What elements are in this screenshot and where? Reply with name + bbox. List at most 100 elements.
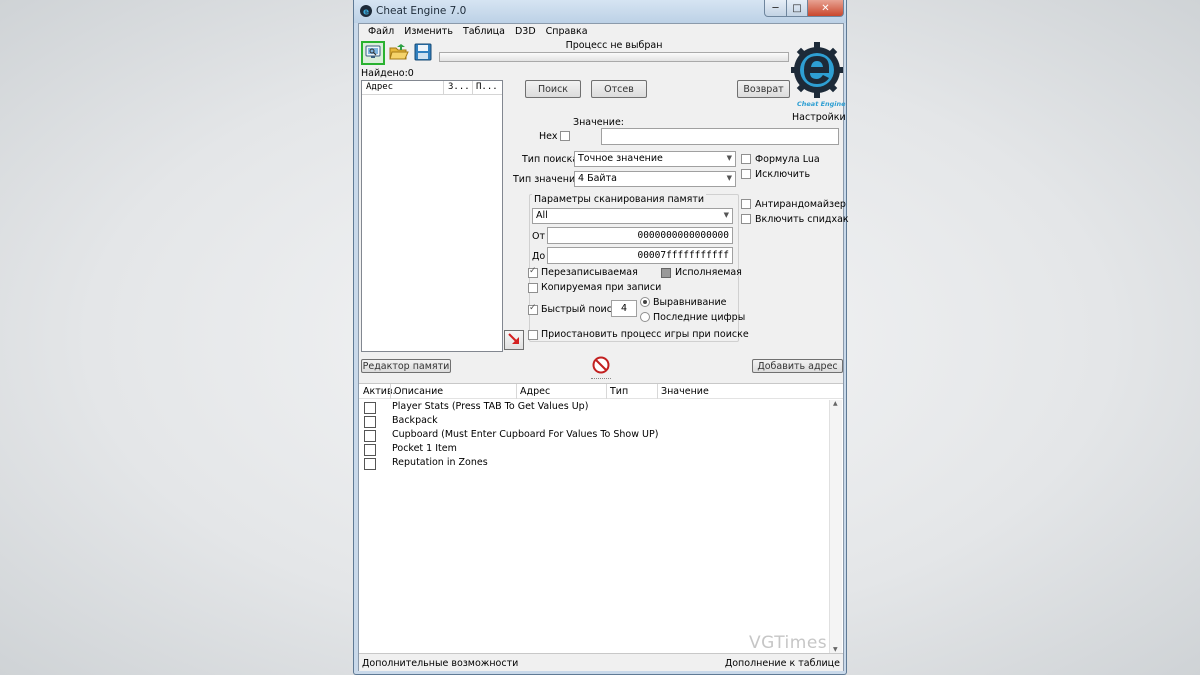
pause-process-label: Приостановить процесс игры при поиске	[541, 329, 749, 340]
value-type-label: Тип значения	[513, 174, 581, 185]
speedhack-checkbox[interactable]	[741, 214, 751, 224]
value-input[interactable]	[601, 128, 839, 145]
menu-d3d[interactable]: D3D	[510, 24, 541, 40]
arrow-down-right-icon	[507, 332, 521, 349]
column-separator	[472, 81, 473, 95]
cheat-table[interactable]: Актив. Описание Адрес Тип Значение Playe…	[359, 383, 843, 654]
copy-on-write-label: Копируемая при записи	[541, 282, 662, 293]
speedhack-label: Включить спидхак	[755, 214, 849, 225]
stop-button[interactable]	[591, 356, 611, 376]
process-label: Процесс не выбран	[565, 40, 663, 51]
minimize-button[interactable]: ─	[764, 0, 787, 17]
chevron-down-icon: ▼	[726, 174, 732, 182]
fast-scan-checkbox[interactable]	[528, 303, 538, 315]
open-file-button[interactable]	[387, 41, 411, 65]
table-row[interactable]: Player Stats (Press TAB To Get Values Up…	[359, 401, 829, 415]
scroll-up-icon[interactable]: ▲	[833, 400, 838, 407]
column-separator	[390, 384, 391, 399]
open-process-button[interactable]	[361, 41, 385, 65]
antirandomizer-checkbox[interactable]	[741, 199, 751, 209]
row-active-checkbox[interactable]	[364, 402, 376, 414]
antirandomizer-label: Антирандомайзер	[755, 199, 846, 210]
menu-edit[interactable]: Изменить	[399, 24, 458, 40]
results-column-address[interactable]: Адрес	[366, 82, 393, 92]
next-scan-button[interactable]: Отсев	[591, 80, 647, 98]
column-address[interactable]: Адрес	[520, 386, 550, 397]
folder-open-icon	[389, 43, 409, 64]
table-row[interactable]: Cupboard (Must Enter Cupboard For Values…	[359, 429, 829, 443]
scan-results-list[interactable]: Адрес З... П...	[361, 80, 503, 352]
row-description: Pocket 1 Item	[392, 443, 457, 454]
fast-scan-alignment-input[interactable]: 4	[611, 300, 637, 317]
settings-label[interactable]: Настройки	[792, 112, 846, 123]
row-description: Backpack	[392, 415, 438, 426]
table-extras-link[interactable]: Дополнение к таблице	[725, 658, 840, 669]
executable-label: Исполняемая	[675, 267, 742, 278]
first-scan-button[interactable]: Поиск	[525, 80, 581, 98]
maximize-button[interactable]: □	[786, 0, 808, 17]
column-separator	[443, 81, 444, 95]
cheat-table-scrollbar[interactable]: ▲ ▼	[829, 400, 842, 654]
alignment-radio[interactable]	[640, 297, 650, 307]
scan-type-label: Тип поиска	[522, 154, 579, 165]
splitter[interactable]	[359, 378, 843, 382]
scroll-down-icon[interactable]: ▼	[833, 646, 838, 653]
client-area: Файл Изменить Таблица D3D Справка Процес…	[358, 23, 849, 671]
value-label: Значение:	[573, 117, 625, 128]
table-row[interactable]: Pocket 1 Item	[359, 443, 829, 457]
window-title: Cheat Engine 7.0	[376, 5, 467, 17]
prohibited-icon	[592, 356, 610, 377]
exclude-checkbox[interactable]	[741, 169, 751, 179]
row-active-checkbox[interactable]	[364, 430, 376, 442]
scan-type-dropdown[interactable]: Точное значение ▼	[574, 151, 736, 167]
fast-scan-label: Быстрый поиск	[541, 304, 618, 315]
lua-formula-label: Формула Lua	[755, 154, 820, 165]
executable-checkbox[interactable]	[661, 268, 671, 278]
column-separator	[516, 384, 517, 399]
row-active-checkbox[interactable]	[364, 416, 376, 428]
results-column-value[interactable]: З...	[448, 82, 470, 92]
results-column-previous[interactable]: П...	[476, 82, 498, 92]
memory-region-value: All	[536, 210, 548, 221]
column-type[interactable]: Тип	[610, 386, 628, 397]
pause-process-checkbox[interactable]	[528, 330, 538, 340]
hex-checkbox[interactable]	[560, 131, 570, 141]
menu-help[interactable]: Справка	[541, 24, 593, 40]
row-description: Player Stats (Press TAB To Get Values Up…	[392, 401, 589, 412]
row-active-checkbox[interactable]	[364, 458, 376, 470]
memory-view-button[interactable]: Редактор памяти	[361, 359, 451, 373]
undo-scan-button[interactable]: Возврат	[737, 80, 790, 98]
menu-table[interactable]: Таблица	[458, 24, 510, 40]
copy-on-write-checkbox[interactable]	[528, 283, 538, 293]
title-bar[interactable]: e Cheat Engine 7.0 ─ □ ✕	[354, 0, 846, 23]
memory-region-dropdown[interactable]: All ▼	[532, 208, 733, 224]
from-label: От	[532, 231, 546, 242]
start-address-input[interactable]: 0000000000000000	[547, 227, 733, 244]
stop-address-input[interactable]: 00007fffffffffff	[547, 247, 733, 264]
row-active-checkbox[interactable]	[364, 444, 376, 456]
lua-formula-checkbox[interactable]	[741, 154, 751, 164]
writable-checkbox[interactable]	[528, 266, 538, 278]
table-row[interactable]: Reputation in Zones	[359, 457, 829, 471]
last-digits-label: Последние цифры	[653, 312, 746, 323]
watermark: VGTimes	[749, 633, 828, 653]
logo-caption: Cheat Engine	[797, 100, 846, 108]
column-separator	[606, 384, 607, 399]
memory-scan-options-title: Параметры сканирования памяти	[532, 194, 707, 205]
last-digits-radio[interactable]	[640, 312, 650, 322]
column-value[interactable]: Значение	[661, 386, 709, 397]
advanced-options-link[interactable]: Дополнительные возможности	[362, 658, 518, 669]
copy-to-table-button[interactable]	[504, 330, 524, 350]
value-type-value: 4 Байта	[578, 173, 617, 184]
table-row[interactable]: Backpack	[359, 415, 829, 429]
row-description: Reputation in Zones	[392, 457, 488, 468]
column-description[interactable]: Описание	[394, 386, 443, 397]
column-separator	[657, 384, 658, 399]
add-address-button[interactable]: Добавить адрес	[752, 359, 843, 373]
close-button[interactable]: ✕	[807, 0, 844, 17]
menu-bar: Файл Изменить Таблица D3D Справка	[359, 24, 843, 40]
save-button[interactable]	[411, 41, 435, 65]
menu-file[interactable]: Файл	[363, 24, 399, 40]
scan-progress-bar	[439, 52, 789, 62]
value-type-dropdown[interactable]: 4 Байта ▼	[574, 171, 736, 187]
